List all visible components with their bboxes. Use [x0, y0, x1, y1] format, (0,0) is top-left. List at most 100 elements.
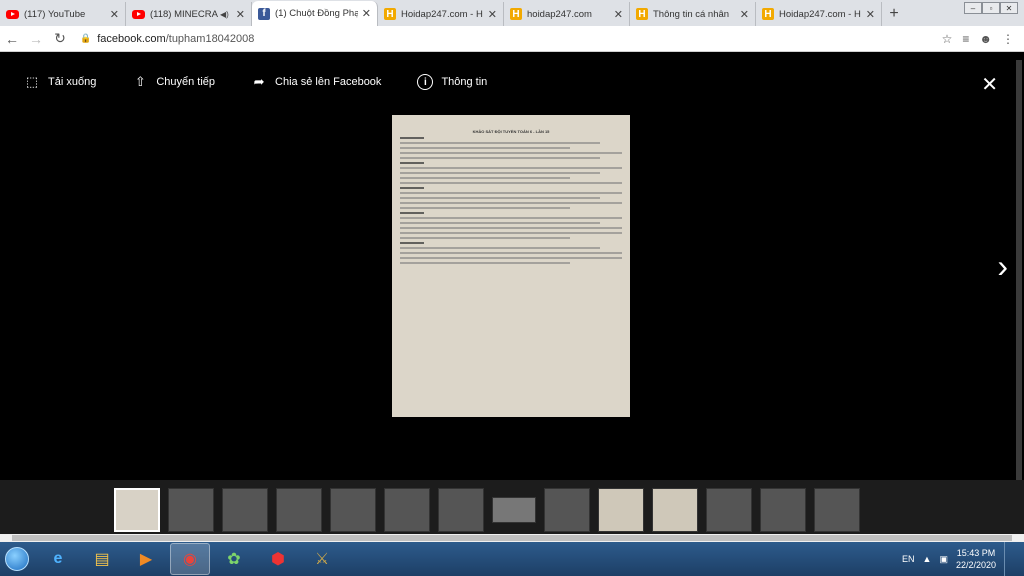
close-tab-icon[interactable]: ✕	[362, 7, 371, 20]
hoidap247-icon: H	[510, 8, 522, 20]
hoidap247-icon: H	[762, 8, 774, 20]
tab-youtube-2[interactable]: (118) MINECRA ◀) ✕	[126, 2, 252, 26]
internet-explorer-icon[interactable]: e	[38, 543, 78, 575]
bookmark-star-icon[interactable]: ☆	[942, 32, 953, 46]
tab-label: (118) MINECRA	[150, 8, 218, 20]
scrollbar-thumb[interactable]	[12, 535, 1012, 541]
tab-hoidap-2[interactable]: H hoidap247.com ✕	[504, 2, 630, 26]
thumbnail[interactable]	[814, 488, 860, 532]
youtube-icon	[6, 9, 19, 19]
thumbnail[interactable]	[652, 488, 698, 532]
back-button[interactable]: ←	[0, 28, 24, 50]
window-controls: – ▫ ✕	[964, 2, 1018, 14]
league-icon[interactable]: ⚔	[302, 543, 342, 575]
close-tab-icon[interactable]: ✕	[866, 8, 875, 21]
reload-button[interactable]: ↻	[48, 28, 72, 50]
share-to-facebook-button[interactable]: ➦ Chia sẻ lên Facebook	[251, 74, 382, 90]
toolbar-icons: ☆ ≡ ☻ ⋮	[942, 32, 1014, 46]
text-line	[400, 157, 600, 159]
next-photo-icon[interactable]: ›	[997, 248, 1008, 285]
language-indicator[interactable]: EN	[902, 554, 915, 564]
info-label: Thông tin	[441, 76, 488, 88]
network-icon[interactable]: ▣	[939, 554, 948, 565]
exam-paper-photo: KHẢO SÁT ĐỘI TUYỂN TOÁN 6 - LẦN 15	[392, 115, 630, 417]
text-line	[400, 212, 424, 214]
viewer-scrollbar[interactable]	[1016, 60, 1022, 480]
system-tray: EN ▲ ▣ 15:43 PM 22/2/2020	[902, 542, 1024, 576]
info-icon: i	[417, 74, 434, 90]
text-line	[400, 162, 424, 164]
thumbnail[interactable]	[330, 488, 376, 532]
text-line	[400, 222, 600, 224]
facebook-icon: f	[258, 7, 270, 20]
start-button[interactable]	[0, 542, 34, 576]
thumbnail[interactable]	[544, 488, 590, 532]
thumbnail[interactable]	[438, 488, 484, 532]
close-tab-icon[interactable]: ✕	[740, 8, 749, 21]
thumbnail[interactable]	[384, 488, 430, 532]
thumbnail-list	[114, 488, 860, 532]
clock[interactable]: 15:43 PM 22/2/2020	[956, 547, 996, 571]
new-tab-button[interactable]: +	[882, 2, 906, 26]
clock-time: 15:43 PM	[956, 548, 996, 558]
file-explorer-icon[interactable]: ▤	[82, 543, 122, 575]
text-line	[400, 227, 622, 229]
close-window-icon[interactable]: ✕	[1000, 2, 1018, 14]
profile-icon[interactable]: ☻	[979, 32, 992, 46]
thumbnail[interactable]	[492, 497, 536, 523]
tab-label: Thông tin cá nhân	[653, 8, 730, 20]
share-button[interactable]: ⇧ Chuyển tiếp	[132, 74, 215, 90]
tab-youtube-1[interactable]: (117) YouTube ✕	[0, 2, 126, 26]
tab-hoidap-4[interactable]: H Hoidap247.com - H ✕	[756, 2, 882, 26]
close-tab-icon[interactable]: ✕	[488, 8, 497, 21]
close-viewer-icon[interactable]: ✕	[981, 72, 998, 97]
close-tab-icon[interactable]: ✕	[236, 8, 245, 21]
menu-icon[interactable]: ⋮	[1002, 32, 1014, 46]
address-bar[interactable]: 🔒 facebook.com/tupham18042008	[80, 28, 942, 50]
text-line	[400, 262, 570, 264]
url-host: facebook.com	[97, 32, 166, 45]
text-line	[400, 247, 600, 249]
speaker-icon[interactable]: ◀)	[220, 10, 229, 19]
windows-logo-icon	[5, 547, 29, 571]
close-tab-icon[interactable]: ✕	[110, 8, 119, 21]
thumbnail[interactable]	[222, 488, 268, 532]
text-line	[400, 167, 622, 169]
tab-label: Hoidap247.com - H	[401, 8, 483, 20]
launcher-icon[interactable]: ✿	[214, 543, 254, 575]
share-label: Chuyển tiếp	[156, 76, 216, 88]
extension-icon[interactable]: ≡	[962, 32, 969, 46]
chrome-icon[interactable]: ◉	[170, 543, 210, 575]
text-line	[400, 197, 600, 199]
filmstrip-scrollbar[interactable]	[0, 534, 1024, 542]
text-line	[400, 182, 622, 184]
close-tab-icon[interactable]: ✕	[614, 8, 623, 21]
maximize-icon[interactable]: ▫	[982, 2, 1000, 14]
download-button[interactable]: ⬚ Tải xuống	[24, 74, 96, 90]
thumbnail[interactable]	[276, 488, 322, 532]
photo-heading: KHẢO SÁT ĐỘI TUYỂN TOÁN 6 - LẦN 15	[472, 129, 550, 134]
tab-label: Hoidap247.com - H	[779, 8, 861, 20]
info-button[interactable]: i Thông tin	[417, 74, 487, 90]
thumbnail[interactable]	[168, 488, 214, 532]
forward-arrow-icon: ➦	[253, 74, 265, 89]
minimize-icon[interactable]: –	[964, 2, 982, 14]
thumbnail[interactable]	[114, 488, 160, 532]
tab-hoidap-3[interactable]: H Thông tin cá nhân ✕	[630, 2, 756, 26]
lock-icon[interactable]: 🔒	[80, 33, 91, 44]
thumbnail[interactable]	[760, 488, 806, 532]
tab-hoidap-1[interactable]: H Hoidap247.com - H ✕	[378, 2, 504, 26]
tab-label: hoidap247.com	[527, 8, 592, 20]
photo-filmstrip	[0, 480, 1024, 542]
viewer-actions: ⬚ Tải xuống ⇧ Chuyển tiếp ➦ Chia sẻ lên …	[24, 74, 487, 90]
hoidap247-icon: H	[384, 8, 396, 20]
tab-facebook[interactable]: f (1) Chuột Đồng Phạ ✕	[252, 1, 378, 26]
media-player-icon[interactable]: ▶	[126, 543, 166, 575]
show-desktop-button[interactable]	[1004, 542, 1014, 576]
text-line	[400, 142, 600, 144]
thumbnail[interactable]	[706, 488, 752, 532]
garena-icon[interactable]: ⬢	[258, 543, 298, 575]
thumbnail[interactable]	[598, 488, 644, 532]
tray-expand-icon[interactable]: ▲	[923, 554, 932, 564]
forward-button[interactable]: →	[24, 28, 48, 50]
